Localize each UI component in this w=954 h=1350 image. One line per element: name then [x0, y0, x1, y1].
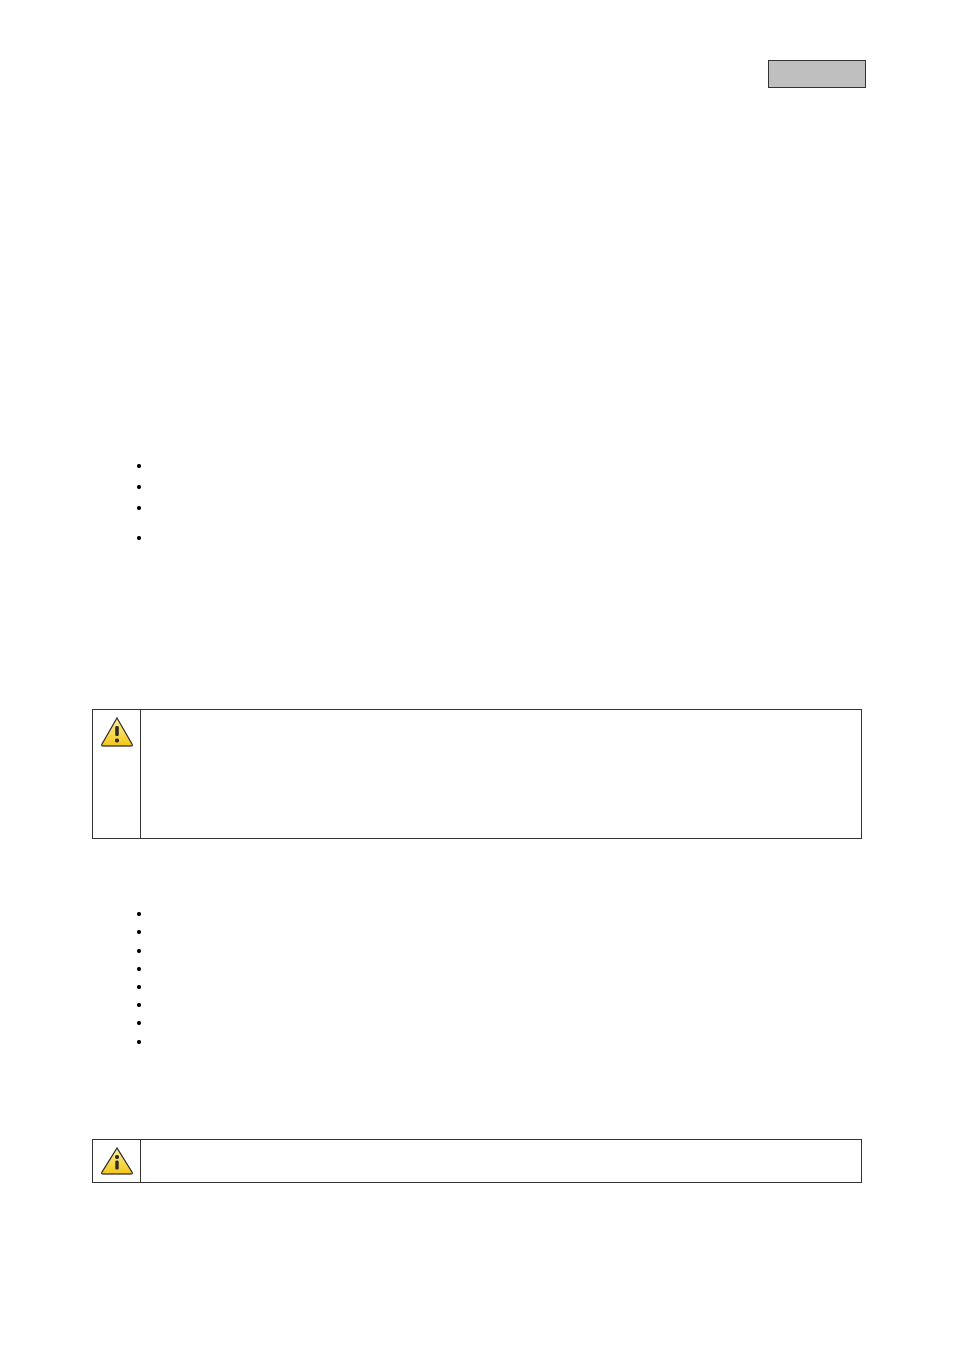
list-item: [152, 498, 862, 519]
info-callout-box: [92, 1139, 862, 1183]
list-item: [152, 905, 862, 923]
info-triangle-icon: [99, 1146, 135, 1176]
info-text-cell: [141, 1140, 861, 1182]
list-item: [152, 960, 862, 978]
list-item: [152, 477, 862, 498]
warning-triangle-icon: [99, 716, 135, 748]
list-item: [152, 996, 862, 1014]
list-item: [152, 456, 862, 477]
header-grey-box: [768, 60, 866, 88]
list-item: [152, 978, 862, 996]
list-item: [152, 942, 862, 960]
warning-icon-cell: [93, 710, 141, 838]
bullet-list-2: [92, 905, 862, 1051]
list-item: [152, 923, 862, 941]
list-item: [152, 1014, 862, 1032]
info-icon-cell: [93, 1140, 141, 1182]
list-item: [152, 528, 862, 549]
warning-text-cell: [141, 710, 861, 838]
warning-callout-box: [92, 709, 862, 839]
bullet-list-1: [92, 456, 862, 549]
list-item: [152, 1033, 862, 1051]
